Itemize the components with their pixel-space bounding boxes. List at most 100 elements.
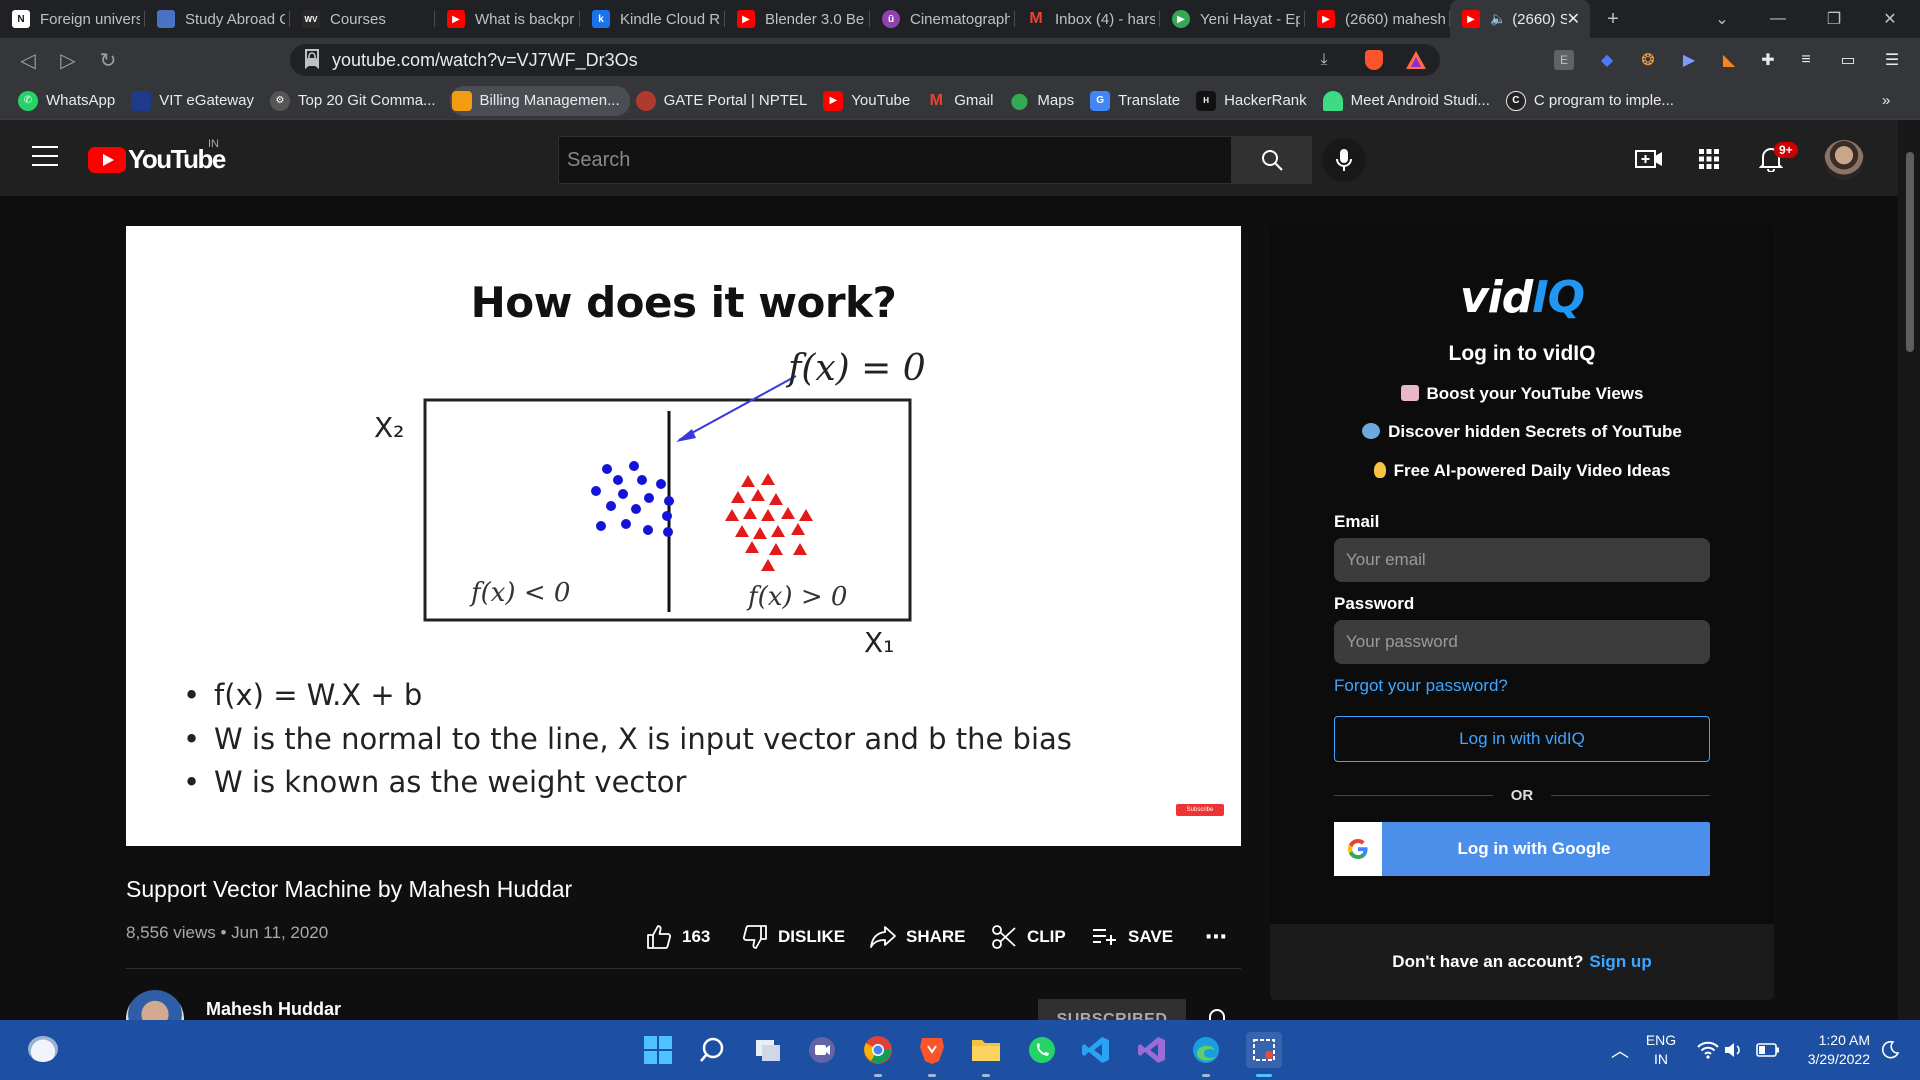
browser-tab[interactable]: ▶ What is backpro — [435, 0, 580, 38]
fx-greater-than-zero-label: f(x) > 0 — [748, 582, 848, 612]
whatsapp-icon[interactable] — [1026, 1034, 1058, 1066]
youtube-icon: ▶ — [447, 10, 465, 28]
visual-studio-icon[interactable] — [1136, 1034, 1168, 1066]
vidiq-login-button[interactable]: Log in with vidIQ — [1334, 716, 1710, 762]
notification-moon-icon[interactable] — [1874, 1034, 1906, 1066]
minimize-button[interactable]: — — [1750, 0, 1806, 38]
close-window-button[interactable]: ✕ — [1862, 0, 1918, 38]
speaker-icon[interactable]: 🔈 — [1490, 11, 1506, 27]
browser-tab[interactable]: N Foreign univers — [0, 0, 145, 38]
bookmark-billing-management[interactable]: Billing Managemen... — [449, 85, 630, 116]
system-clock[interactable]: 1:20 AM 3/29/2022 — [1790, 1031, 1870, 1069]
more-actions-icon[interactable]: ⋯ — [1205, 922, 1227, 952]
bookmark-vit-egateway[interactable]: VIT eGateway — [129, 86, 264, 116]
create-video-icon[interactable] — [1634, 144, 1664, 174]
bookmark-gate-portal[interactable]: GATE Portal | NPTEL — [634, 86, 818, 116]
chevron-up-icon[interactable]: ︿ — [1604, 1034, 1636, 1066]
tab-label: Yeni Hayat - Ep — [1200, 10, 1300, 28]
bookmark-label: Billing Managemen... — [479, 92, 620, 109]
cursor-extension-icon[interactable]: ▶ — [1677, 48, 1701, 72]
browser-tab[interactable]: ▶ (2660) mahesh — [1305, 0, 1450, 38]
page-scrollbar[interactable] — [1898, 120, 1920, 1020]
share-button[interactable]: SHARE — [870, 922, 966, 952]
clip-button[interactable]: CLIP — [991, 922, 1066, 952]
running-indicator — [874, 1074, 882, 1077]
extension-shape-icon[interactable]: ◆ — [1595, 48, 1619, 72]
address-bar[interactable]: youtube.com/watch?v=VJ7WF_Dr3Os — [290, 44, 1440, 76]
cookie-extension-icon[interactable]: ❂ — [1636, 48, 1660, 72]
signup-link[interactable]: Sign up — [1589, 952, 1651, 972]
battery-icon[interactable] — [1752, 1034, 1784, 1066]
volume-icon[interactable] — [1718, 1034, 1750, 1066]
bookmark-gmail[interactable]: M Gmail — [924, 86, 1003, 116]
menu-icon[interactable]: ☰ — [1880, 48, 1904, 72]
menu-icon[interactable] — [32, 146, 58, 166]
channel-name[interactable]: Mahesh Huddar — [206, 999, 341, 1020]
weather-widget-icon[interactable] — [28, 1036, 58, 1062]
voice-search-button[interactable] — [1322, 138, 1366, 182]
restore-button[interactable]: ❐ — [1806, 0, 1862, 38]
boundary-pointer-arrow — [678, 375, 797, 441]
bookmark-git-commands[interactable]: ⚙ Top 20 Git Comma... — [268, 86, 446, 116]
bookmark-c-program[interactable]: C C program to imple... — [1504, 86, 1684, 116]
account-avatar[interactable] — [1824, 140, 1864, 180]
search-button[interactable] — [1232, 136, 1312, 184]
arrow-head — [676, 429, 696, 442]
bookmark-hackerrank[interactable]: H HackerRank — [1194, 86, 1317, 116]
search-icon[interactable] — [696, 1034, 728, 1066]
close-tab-icon[interactable]: ✕ — [1567, 9, 1580, 29]
bookmark-whatsapp[interactable]: ✆ WhatsApp — [16, 86, 125, 116]
bookmark-youtube[interactable]: ▶ YouTube — [821, 86, 920, 116]
snipping-tool-icon[interactable] — [1246, 1032, 1282, 1068]
scrollbar-thumb[interactable] — [1906, 152, 1914, 352]
dislike-button[interactable]: DISLIKE — [742, 922, 845, 952]
bookmark-translate[interactable]: G Translate — [1088, 86, 1190, 116]
reload-icon[interactable]: ↻ — [88, 42, 128, 78]
bookmarks-overflow-button[interactable]: » — [1880, 86, 1900, 116]
extensions-puzzle-icon[interactable]: ✚ — [1756, 48, 1780, 72]
browser-tab[interactable]: ū Cinematograph — [870, 0, 1015, 38]
forgot-password-link[interactable]: Forgot your password? — [1334, 676, 1508, 696]
extension-e-icon[interactable]: E — [1554, 50, 1574, 70]
brave-browser-icon[interactable] — [916, 1034, 948, 1066]
browser-tab[interactable]: k Kindle Cloud R — [580, 0, 725, 38]
brave-rewards-icon[interactable] — [1404, 48, 1428, 72]
browser-tab[interactable]: ▶ Blender 3.0 Be — [725, 0, 870, 38]
google-login-button[interactable]: Log in with Google — [1334, 822, 1710, 876]
wallet-icon[interactable]: ▭ — [1836, 48, 1860, 72]
youtube-logo[interactable]: YouTube IN — [88, 138, 226, 175]
file-explorer-icon[interactable] — [970, 1034, 1002, 1066]
back-icon[interactable]: ◁ — [8, 42, 48, 78]
edge-icon[interactable] — [1190, 1034, 1222, 1066]
video-player[interactable]: How does it work? f(x) = 0 X₂ X₁ f(x) < … — [126, 226, 1241, 846]
browser-tab-active[interactable]: ▶ 🔈 (2660) S ✕ — [1450, 0, 1590, 38]
browser-tab[interactable]: Study Abroad C — [145, 0, 290, 38]
task-view-icon[interactable] — [752, 1034, 784, 1066]
password-field[interactable]: Your password — [1334, 620, 1710, 664]
search-input[interactable]: Search — [558, 136, 1232, 184]
password-label: Password — [1334, 594, 1415, 613]
browser-tab[interactable]: ▶ Yeni Hayat - Ep — [1160, 0, 1305, 38]
like-button[interactable]: 163 — [646, 922, 710, 952]
bookmark-maps[interactable]: ⬤ Maps — [1007, 86, 1084, 116]
install-app-icon[interactable]: ⤓ — [1312, 48, 1336, 72]
forward-icon[interactable]: ▷ — [48, 42, 88, 78]
chrome-icon[interactable] — [862, 1034, 894, 1066]
apps-grid-icon[interactable] — [1694, 144, 1724, 174]
browser-tab[interactable]: WV Courses — [290, 0, 435, 38]
tab-search-icon[interactable]: ⌄ — [1694, 0, 1750, 38]
bookmark-android-studio[interactable]: Meet Android Studi... — [1321, 86, 1500, 116]
metamask-icon[interactable]: ◣ — [1717, 48, 1741, 72]
new-tab-button[interactable]: + — [1590, 0, 1636, 38]
bookmark-star-icon[interactable] — [304, 49, 320, 69]
brave-shields-icon[interactable] — [1362, 48, 1386, 72]
vscode-icon[interactable] — [1080, 1034, 1112, 1066]
email-field[interactable]: Your email — [1334, 538, 1710, 582]
language-indicator[interactable]: ENG IN — [1643, 1031, 1679, 1069]
subscribe-watermark[interactable]: Subscribe — [1176, 804, 1224, 816]
browser-tab[interactable]: M Inbox (4) - harsh — [1015, 0, 1160, 38]
windows-start-icon[interactable] — [642, 1034, 674, 1066]
teams-chat-icon[interactable] — [806, 1034, 838, 1066]
save-button[interactable]: SAVE — [1092, 922, 1173, 952]
reading-list-icon[interactable]: ≡ — [1794, 48, 1818, 72]
